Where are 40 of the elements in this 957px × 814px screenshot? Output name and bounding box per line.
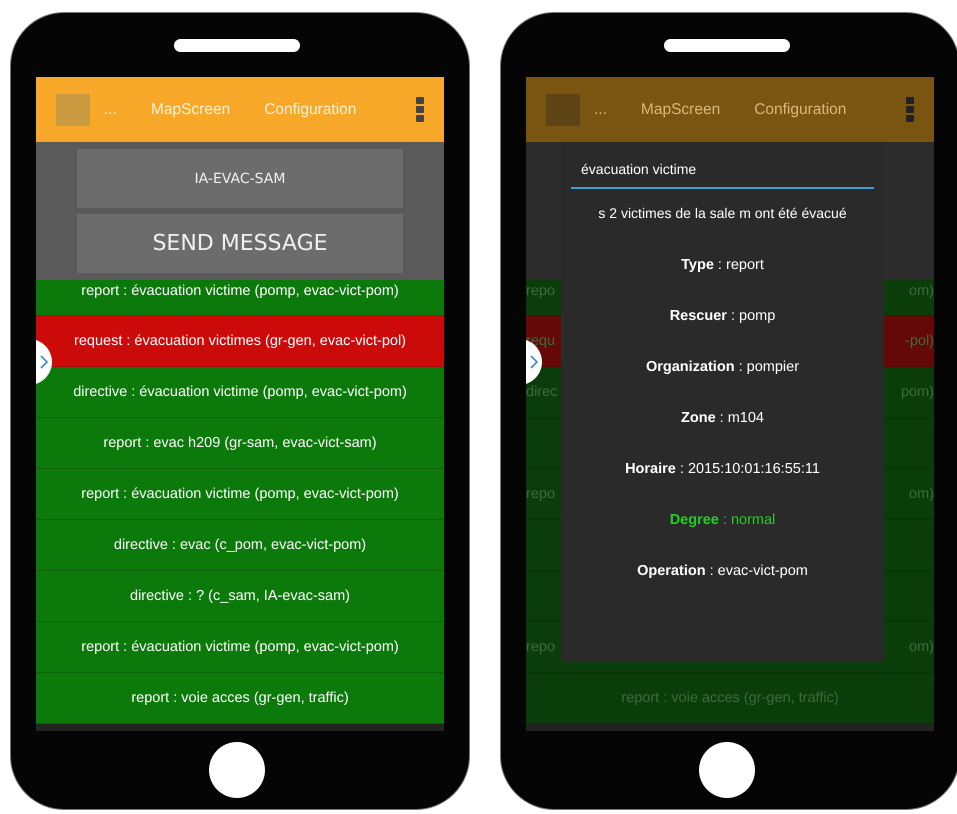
detail-line: Zone : m104: [681, 408, 764, 428]
message-text: directive : evac (c_pom, evac-vict-pom): [114, 537, 366, 553]
message-text: directive : ? (c_sam, IA-evac-sam): [130, 588, 350, 604]
nav-tab[interactable]: MapScreen: [640, 100, 720, 118]
message-text: report : évacuation victime (pomp, evac-vict-pom): [81, 639, 399, 655]
app-icon: [546, 94, 580, 126]
detail-line: Type : report: [681, 256, 764, 274]
message-row[interactable]: directive : évacuation victime (pomp, evac-vict-pom): [36, 367, 444, 418]
chevron-right-icon: [40, 355, 48, 369]
message-row[interactable]: directive : ? (c_sam, IA-evac-sam): [36, 571, 444, 622]
chevron-right-icon: [530, 355, 538, 369]
detail-line: Rescuer : pomp: [670, 306, 776, 326]
overflow-menu-icon[interactable]: [416, 96, 424, 122]
overflow-menu-icon[interactable]: [906, 96, 914, 122]
message-row[interactable]: report : évacuation victime (pomp, evac-vict-pom): [36, 280, 444, 316]
detail-line: Organization : pompier: [646, 358, 800, 376]
message-text: -pol): [904, 333, 934, 349]
nav-tab[interactable]: Configuration: [754, 100, 846, 118]
message-text: report : voie acces (gr-gen, traffic): [131, 690, 349, 706]
detail-line: Operation : evac-vict-pom: [637, 562, 808, 580]
message-body: s 2 victimes de la sale m ont été évacué: [598, 205, 847, 221]
detail-line: Horaire : 2015:10:01:16:55:11: [625, 460, 820, 478]
app-title: ...: [594, 100, 607, 118]
app-title: ...: [104, 100, 117, 118]
message-row[interactable]: directive : evac (c_pom, evac-vict-pom): [36, 520, 444, 571]
message-text: report : évacuation victime (pomp, evac-vict-pom): [81, 283, 399, 299]
message-text: report : evac h209 (gr-sam, evac-vict-sam): [103, 435, 377, 451]
message-row[interactable]: report : voie acces (gr-gen, traffic): [36, 673, 444, 724]
send-message-button[interactable]: SEND MESSAGE: [77, 214, 403, 273]
message-row[interactable]: report : evac h209 (gr-sam, evac-vict-sam): [36, 418, 444, 469]
message-text: request : évacuation victimes (gr-gen, evac-vict-pol): [74, 333, 406, 349]
message-row[interactable]: request : évacuation victimes (gr-gen, evac-vict-pol): [36, 316, 444, 367]
subject-field[interactable]: évacuation victime: [571, 155, 874, 189]
detail-line: Degree : normal: [670, 510, 776, 530]
message-row[interactable]: report : évacuation victime (pomp, evac-vict-pom): [36, 622, 444, 673]
recipient-button[interactable]: IA-EVAC-SAM: [77, 149, 403, 208]
message-row[interactable]: report : évacuation victime (pomp, evac-vict-pom): [36, 469, 444, 520]
message-text: report : évacuation victime (pomp, evac-vict-pom): [81, 486, 399, 502]
message-text: directive : évacuation victime (pomp, evac-vict-pom): [73, 384, 407, 400]
app-icon: [56, 94, 90, 126]
